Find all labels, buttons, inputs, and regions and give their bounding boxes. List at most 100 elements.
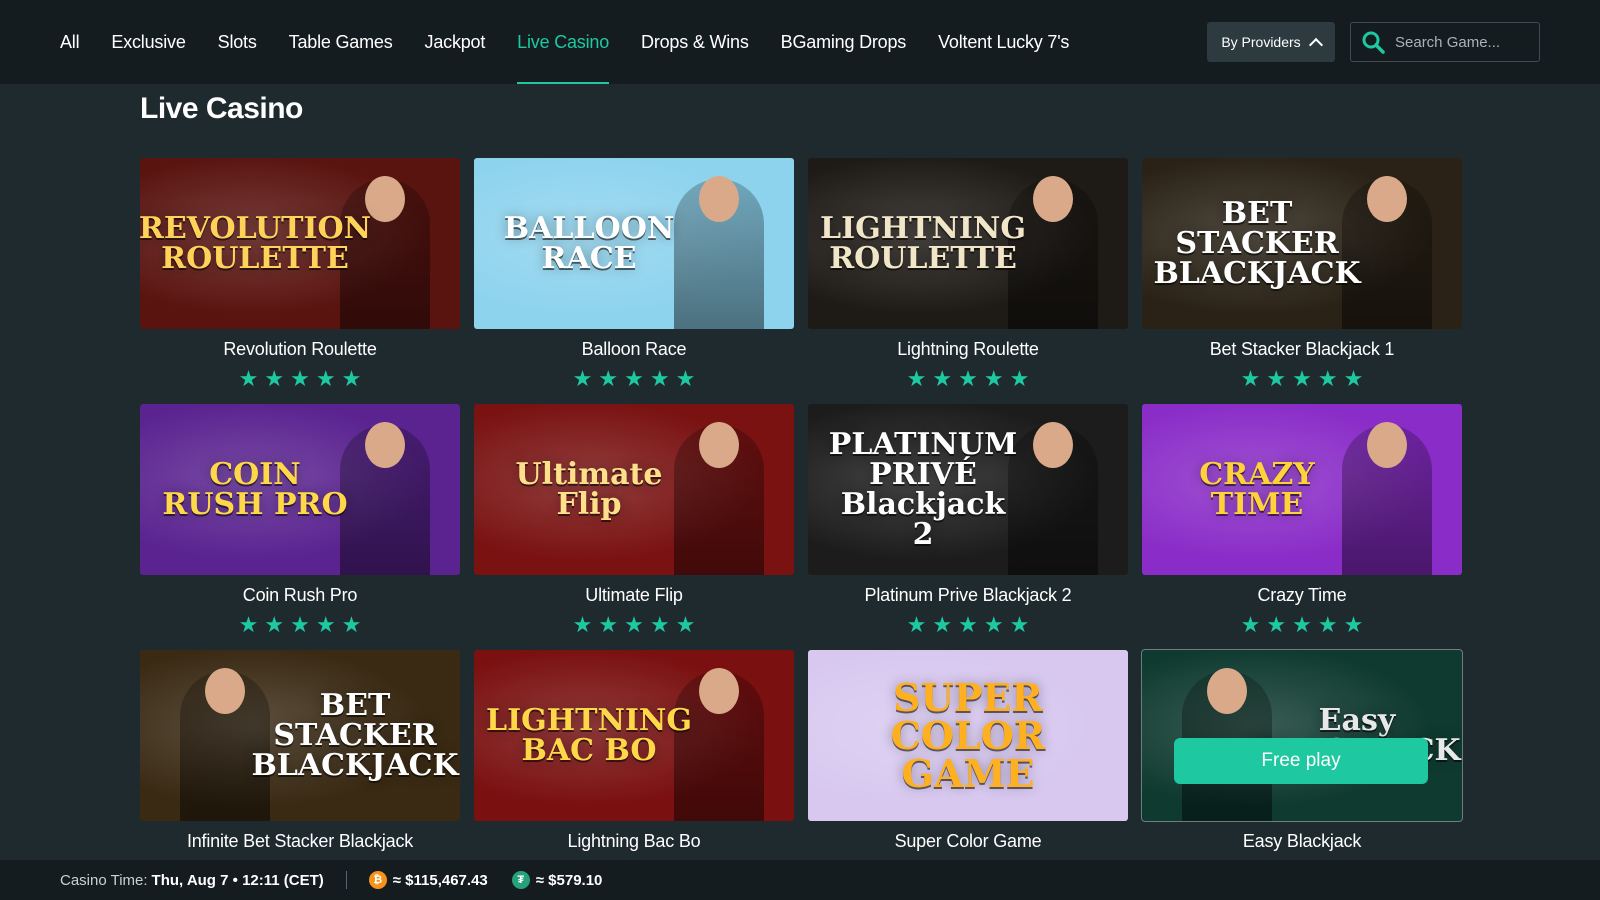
- rating-stars: ★ ★ ★ ★ ★: [1142, 368, 1462, 390]
- game-logo: REVOLUTION ROULETTE: [140, 210, 372, 276]
- tab-exclusive[interactable]: Exclusive: [95, 0, 201, 84]
- star-icon: ★: [958, 612, 978, 637]
- chevron-up-icon: [1308, 37, 1323, 52]
- game-logo: PLATINUM PRIVÉ Blackjack 2: [828, 426, 1018, 552]
- game-title: Balloon Race: [581, 339, 687, 359]
- tab-bgaming-drops[interactable]: BGaming Drops: [765, 0, 922, 84]
- game-logo: SUPER COLOR GAME: [890, 674, 1046, 796]
- star-icon: ★: [1317, 612, 1338, 637]
- tab-all[interactable]: All: [60, 0, 95, 84]
- game-thumbnail[interactable]: LIGHTNING ROULETTE: [808, 158, 1128, 329]
- game-title: Ultimate Flip: [585, 585, 683, 605]
- star-icon: ★: [649, 612, 670, 637]
- game-title: Coin Rush Pro: [242, 585, 358, 605]
- bitcoin-icon: ₿: [368, 871, 387, 889]
- rating-stars: ★ ★ ★ ★ ★: [474, 614, 794, 636]
- star-icon: ★: [341, 366, 362, 391]
- game-title: Bet Stacker Blackjack 1: [1209, 339, 1395, 359]
- tab-jackpot[interactable]: Jackpot: [409, 0, 502, 84]
- game-logo: COIN RUSH PRO: [162, 456, 348, 522]
- star-icon: ★: [315, 366, 336, 391]
- game-thumbnail[interactable]: Easy BLACKJACKFree play: [1141, 649, 1463, 822]
- star-icon: ★: [598, 366, 619, 391]
- star-icon: ★: [1317, 366, 1338, 391]
- top-navigation: All Exclusive Slots Table Games Jackpot Live …: [0, 0, 1600, 84]
- divider: [345, 871, 347, 889]
- game-thumbnail[interactable]: BET STACKER BLACKJACK: [1142, 158, 1462, 329]
- star-icon: ★: [649, 366, 670, 391]
- search-input[interactable]: [1395, 33, 1535, 51]
- game-logo: LIGHTNING ROULETTE: [820, 210, 1026, 276]
- free-play-button[interactable]: Free play: [1174, 738, 1428, 784]
- star-icon: ★: [290, 366, 310, 391]
- presenter-head: [365, 422, 405, 468]
- presenter-head: [699, 422, 739, 468]
- game-card[interactable]: CRAZY TIME Crazy Time ★ ★ ★ ★ ★: [1142, 404, 1462, 636]
- game-title: Lightning Roulette: [897, 339, 1039, 359]
- tab-live-casino[interactable]: Live Casino: [501, 0, 625, 84]
- game-thumbnail[interactable]: LIGHTNING BAC BO: [474, 650, 794, 821]
- star-icon: ★: [238, 366, 259, 391]
- star-icon: ★: [1292, 366, 1312, 391]
- star-icon: ★: [624, 366, 644, 391]
- star-icon: ★: [238, 612, 259, 637]
- star-icon: ★: [572, 612, 593, 637]
- star-icon: ★: [932, 366, 953, 391]
- game-thumbnail[interactable]: Ultimate Flip: [474, 404, 794, 575]
- game-logo: Ultimate Flip: [515, 456, 663, 522]
- star-icon: ★: [572, 366, 593, 391]
- tab-slots[interactable]: Slots: [202, 0, 273, 84]
- star-icon: ★: [1266, 366, 1287, 391]
- star-icon: ★: [290, 612, 310, 637]
- game-card[interactable]: LIGHTNING ROULETTE Lightning Roulette ★ ★ ★ ★…: [808, 158, 1128, 390]
- game-thumbnail[interactable]: REVOLUTION ROULETTE: [140, 158, 460, 329]
- star-icon: ★: [315, 612, 336, 637]
- search-box[interactable]: [1350, 22, 1540, 62]
- star-icon: ★: [1009, 366, 1030, 391]
- search-icon: [1362, 31, 1385, 54]
- star-icon: ★: [341, 612, 362, 637]
- game-card[interactable]: COIN RUSH PRO Coin Rush Pro ★ ★ ★ ★ ★: [140, 404, 460, 636]
- star-icon: ★: [264, 366, 285, 391]
- providers-dropdown[interactable]: By Providers: [1207, 22, 1335, 62]
- game-card[interactable]: Ultimate Flip Ultimate Flip ★ ★ ★ ★ ★: [474, 404, 794, 636]
- star-icon: ★: [1009, 612, 1030, 637]
- game-card[interactable]: Easy BLACKJACKFree play Easy Blackjack: [1141, 649, 1463, 882]
- game-thumbnail[interactable]: PLATINUM PRIVÉ Blackjack 2: [808, 404, 1128, 575]
- rating-stars: ★ ★ ★ ★ ★: [808, 614, 1128, 636]
- tab-table-games[interactable]: Table Games: [273, 0, 409, 84]
- usdt-balance: ≈ $579.10: [535, 871, 603, 889]
- game-card[interactable]: REVOLUTION ROULETTE Revolution Roulette ★ ★…: [140, 158, 460, 390]
- star-icon: ★: [958, 366, 978, 391]
- game-logo: BET STACKER BLACKJACK: [251, 687, 459, 783]
- presenter-head: [1033, 422, 1073, 468]
- game-thumbnail[interactable]: CRAZY TIME: [1142, 404, 1462, 575]
- star-icon: ★: [264, 612, 285, 637]
- star-icon: ★: [932, 612, 953, 637]
- status-bar: Casino Time: Thu, Aug 7 • 12:11 (CET) ₿ …: [0, 860, 1600, 900]
- star-icon: ★: [1240, 612, 1261, 637]
- game-card[interactable]: BALLOON RACE Balloon Race ★ ★ ★ ★ ★: [474, 158, 794, 390]
- game-card[interactable]: BET STACKER BLACKJACK Bet Stacker Blackja…: [1142, 158, 1462, 390]
- tab-drops-wins[interactable]: Drops & Wins: [625, 0, 765, 84]
- game-title: Easy Blackjack: [1242, 831, 1362, 851]
- tab-voltent-lucky-7-s[interactable]: Voltent Lucky 7's: [922, 0, 1085, 84]
- star-icon: ★: [624, 612, 644, 637]
- game-thumbnail[interactable]: COIN RUSH PRO: [140, 404, 460, 575]
- star-icon: ★: [906, 366, 927, 391]
- rating-stars: ★ ★ ★ ★ ★: [140, 368, 460, 390]
- star-icon: ★: [675, 366, 696, 391]
- game-card[interactable]: PLATINUM PRIVÉ Blackjack 2 Platinum Prive…: [808, 404, 1128, 636]
- game-thumbnail[interactable]: SUPER COLOR GAME: [808, 650, 1128, 821]
- game-card[interactable]: LIGHTNING BAC BO Lightning Bac Bo: [474, 650, 794, 882]
- game-thumbnail[interactable]: BET STACKER BLACKJACK: [140, 650, 460, 821]
- game-thumbnail[interactable]: BALLOON RACE: [474, 158, 794, 329]
- game-card[interactable]: SUPER COLOR GAME Super Color Game: [808, 650, 1128, 882]
- game-title: Platinum Prive Blackjack 2: [864, 585, 1072, 605]
- rating-stars: ★ ★ ★ ★ ★: [140, 614, 460, 636]
- star-icon: ★: [1266, 612, 1287, 637]
- game-card[interactable]: BET STACKER BLACKJACK Infinite Bet Stacke…: [140, 650, 460, 882]
- games-grid: REVOLUTION ROULETTE Revolution Roulette ★ ★…: [140, 158, 1463, 882]
- game-logo: CRAZY TIME: [1199, 456, 1315, 522]
- tether-icon: ₮: [511, 871, 530, 889]
